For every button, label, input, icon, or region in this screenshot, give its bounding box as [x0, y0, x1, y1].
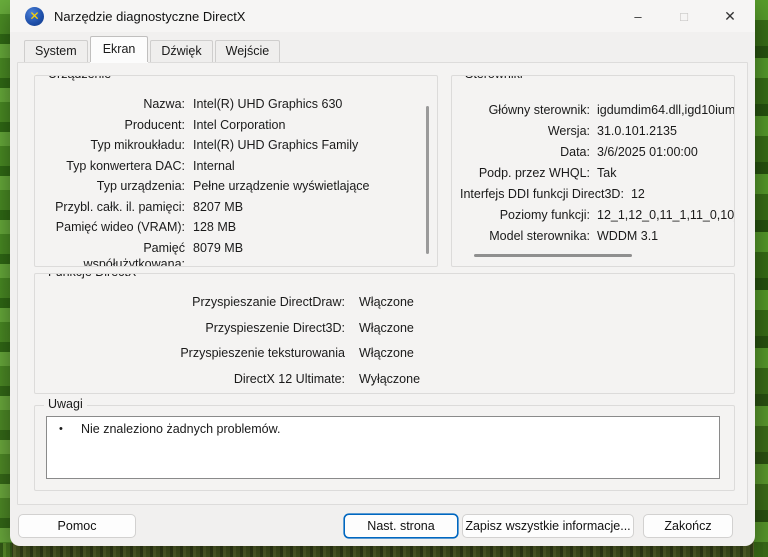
- directx-features-groupbox: Funkcje DirectX Przyspieszanie DirectDra…: [34, 273, 735, 394]
- row-value: Pełne urządzenie wyświetlające: [193, 178, 369, 194]
- info-row: Przyspieszenie teksturowania Włączone: [45, 345, 724, 361]
- drivers-legend: Sterowniki: [461, 75, 527, 81]
- info-row: Wersja: 31.0.101.2135: [460, 123, 728, 139]
- info-row: Pamięć wideo (VRAM): 128 MB: [45, 219, 413, 235]
- next-page-button[interactable]: Nast. strona: [344, 514, 458, 538]
- info-row: Główny sterownik:igdumdim64.dll,igd10ium…: [460, 102, 728, 118]
- info-row: Poziomy funkcji:12_1,12_0,11_1,11_0,10_1…: [460, 207, 728, 223]
- row-value: Intel Corporation: [193, 117, 285, 133]
- info-row: DirectX 12 Ultimate: Wyłączone: [45, 371, 724, 387]
- info-row: Przybl. całk. il. pamięci: 8207 MB: [45, 199, 413, 215]
- info-row: Interfejs DDI funkcji Direct3D: 12: [460, 186, 728, 202]
- row-value: Intel(R) UHD Graphics 630: [193, 96, 342, 112]
- row-value: Włączone: [359, 345, 414, 361]
- row-label: Interfejs DDI funkcji Direct3D:: [460, 186, 624, 202]
- window-controls: – □ ✕: [615, 0, 755, 32]
- minimize-icon[interactable]: –: [615, 0, 661, 32]
- row-value: 8207 MB: [193, 199, 243, 215]
- info-row: Pamięć współużytkowana: 8079 MB: [45, 240, 413, 268]
- row-value: 31.0.101.2135: [597, 123, 677, 139]
- info-row: Model sterownika: WDDM 3.1: [460, 228, 728, 244]
- row-label: Przyspieszanie DirectDraw:: [45, 294, 345, 310]
- row-value: Włączone: [359, 294, 414, 310]
- help-button[interactable]: Pomoc: [18, 514, 136, 538]
- device-rows: Nazwa: Intel(R) UHD Graphics 630 Producent…: [45, 96, 413, 267]
- info-row: Typ konwertera DAC: Internal: [45, 158, 413, 174]
- features-rows: Przyspieszanie DirectDraw:WłączonePrzysp…: [45, 294, 724, 387]
- notes-groupbox: Uwagi •Nie znaleziono żadnych problemów.: [34, 405, 735, 491]
- close-icon[interactable]: ✕: [707, 0, 753, 32]
- row-value: 12_1,12_0,11_1,11_0,10_1,10_0,9_3: [597, 207, 735, 223]
- drivers-rows: Główny sterownik:igdumdim64.dll,igd10ium…: [460, 102, 728, 244]
- row-value: WDDM 3.1: [597, 228, 658, 244]
- row-label: Przybl. całk. il. pamięci:: [45, 199, 185, 215]
- dxdiag-window: ✕ Narzędzie diagnostyczne DirectX – □ ✕ …: [10, 0, 755, 546]
- row-label: Typ konwertera DAC:: [45, 158, 185, 174]
- info-row: Typ urządzenia: Pełne urządzenie wyświetl…: [45, 178, 413, 194]
- notes-legend: Uwagi: [44, 397, 87, 411]
- row-label: Główny sterownik:: [460, 102, 590, 118]
- horizontal-scrollbar[interactable]: [474, 254, 632, 257]
- row-label: Typ mikroukładu:: [45, 137, 185, 153]
- note-text: Nie znaleziono żadnych problemów.: [81, 421, 280, 438]
- drivers-groupbox: Sterowniki Główny sterownik:igdumdim64.d…: [451, 75, 735, 267]
- row-label: Nazwa:: [45, 96, 185, 112]
- row-label: Data:: [460, 144, 590, 160]
- row-value: 8079 MB: [193, 240, 243, 256]
- vertical-scrollbar[interactable]: [426, 106, 429, 254]
- row-value: igdumdim64.dll,igd10iumd64.dll,igd: [597, 102, 735, 118]
- notes-listbox[interactable]: •Nie znaleziono żadnych problemów.: [46, 416, 720, 479]
- save-all-information-button[interactable]: Zapisz wszystkie informacje...: [462, 514, 634, 538]
- row-value: Wyłączone: [359, 371, 420, 387]
- title-bar[interactable]: ✕ Narzędzie diagnostyczne DirectX – □ ✕: [10, 0, 755, 32]
- row-value: Tak: [597, 165, 616, 181]
- row-label: Producent:: [45, 117, 185, 133]
- info-row: Przyspieszenie Direct3D: Włączone: [45, 320, 724, 336]
- row-label: Podp. przez WHQL:: [460, 165, 590, 181]
- row-value: Intel(R) UHD Graphics Family: [193, 137, 358, 153]
- bullet-icon: •: [55, 421, 81, 438]
- row-label: Przyspieszenie teksturowania: [45, 345, 345, 361]
- tab-strip: SystemEkranDźwiękWejście: [24, 41, 282, 62]
- desktop-background: ✕ Narzędzie diagnostyczne DirectX – □ ✕ …: [0, 0, 768, 557]
- features-legend: Funkcje DirectX: [44, 273, 140, 279]
- row-value: 3/6/2025 01:00:00: [597, 144, 698, 160]
- info-row: Typ mikroukładu: Intel(R) UHD Graphics Fa…: [45, 137, 413, 153]
- row-label: Pamięć współużytkowana:: [45, 240, 185, 268]
- exit-button[interactable]: Zakończ: [643, 514, 733, 538]
- info-row: Podp. przez WHQL: Tak: [460, 165, 728, 181]
- directx-icon: ✕: [25, 7, 44, 26]
- row-label: Typ urządzenia:: [45, 178, 185, 194]
- maximize-icon: □: [661, 0, 707, 32]
- row-value: Internal: [193, 158, 235, 174]
- tab-ekran[interactable]: Ekran: [90, 36, 149, 62]
- info-row: Przyspieszanie DirectDraw: Włączone: [45, 294, 724, 310]
- row-label: Model sterownika:: [460, 228, 590, 244]
- row-value: 128 MB: [193, 219, 236, 235]
- tab-system[interactable]: System: [24, 40, 88, 62]
- tab-wej-cie[interactable]: Wejście: [215, 40, 281, 62]
- device-groupbox: Urządzenie Nazwa: Intel(R) UHD Graphics 6…: [34, 75, 438, 267]
- note-item: •Nie znaleziono żadnych problemów.: [55, 421, 711, 438]
- row-label: DirectX 12 Ultimate:: [45, 371, 345, 387]
- row-label: Przyspieszenie Direct3D:: [45, 320, 345, 336]
- info-row: Producent: Intel Corporation: [45, 117, 413, 133]
- row-label: Pamięć wideo (VRAM):: [45, 219, 185, 235]
- device-legend: Urządzenie: [44, 75, 115, 81]
- info-row: Nazwa: Intel(R) UHD Graphics 630: [45, 96, 413, 112]
- window-title: Narzędzie diagnostyczne DirectX: [54, 9, 245, 24]
- info-row: Data: 3/6/2025 01:00:00: [460, 144, 728, 160]
- row-value: 12: [631, 186, 645, 202]
- tab-d-wi-k[interactable]: Dźwięk: [150, 40, 212, 62]
- tab-page-ekran: Urządzenie Nazwa: Intel(R) UHD Graphics 6…: [17, 62, 748, 505]
- row-label: Poziomy funkcji:: [460, 207, 590, 223]
- row-value: Włączone: [359, 320, 414, 336]
- row-label: Wersja:: [460, 123, 590, 139]
